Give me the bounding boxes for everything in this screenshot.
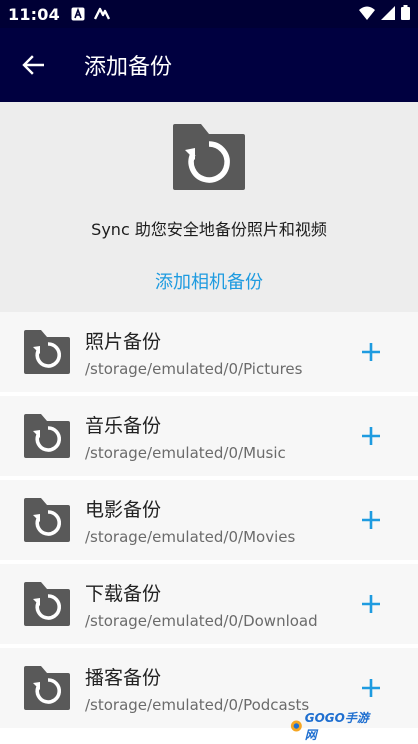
list-item[interactable]: 照片备份 /storage/emulated/0/Pictures [0,312,418,392]
plus-icon [362,511,380,529]
camera-backup-panel: Sync 助您安全地备份照片和视频 添加相机备份 [0,102,418,312]
list-item[interactable]: 下载备份 /storage/emulated/0/Download [0,564,418,644]
backup-folder-icon [173,124,245,190]
signal-icon [381,5,395,24]
folder-path: /storage/emulated/0/Download [85,612,318,630]
app-bar: 添加备份 [0,28,418,102]
back-button[interactable] [0,28,66,102]
gogo-logo-icon [290,720,302,732]
plus-icon [362,427,380,445]
add-backup-button[interactable] [354,419,388,453]
plus-icon [362,679,380,697]
wifi-icon [359,5,375,24]
list-item[interactable]: 电影备份 /storage/emulated/0/Movies [0,480,418,560]
watermark-text: GOGO手游网 [304,711,369,742]
backup-folder-icon [24,330,70,374]
list-item[interactable]: 音乐备份 /storage/emulated/0/Music [0,396,418,476]
a-notification-icon [70,6,86,22]
backup-folder-icon [24,582,70,626]
add-backup-button[interactable] [354,587,388,621]
folder-path: /storage/emulated/0/Movies [85,528,296,546]
add-backup-button[interactable] [354,335,388,369]
folder-name: 下载备份 [85,583,162,605]
folder-path: /storage/emulated/0/Podcasts [85,696,310,714]
status-bar: 11:04 [0,0,418,28]
page-title: 添加备份 [84,55,173,80]
backup-folder-icon [24,414,70,458]
battery-icon [401,4,410,24]
backup-folder-icon [24,498,70,542]
backup-description: Sync 助您安全地备份照片和视频 [91,220,327,239]
arrow-left-icon [22,55,44,75]
add-backup-button[interactable] [354,671,388,705]
folder-name: 播客备份 [85,667,162,689]
add-camera-backup-link[interactable]: 添加相机备份 [0,268,418,294]
backup-folder-icon [24,666,70,710]
tasker-icon [93,6,110,22]
folder-name: 电影备份 [85,499,162,521]
status-time: 11:04 [8,4,60,24]
folder-path: /storage/emulated/0/Music [85,444,286,462]
folder-name: 音乐备份 [85,415,162,437]
plus-icon [362,595,380,613]
folder-path: /storage/emulated/0/Pictures [85,360,303,378]
plus-icon [362,343,380,361]
add-backup-button[interactable] [354,503,388,537]
folder-name: 照片备份 [85,331,162,353]
watermark: GOGO手游网 [290,711,374,742]
